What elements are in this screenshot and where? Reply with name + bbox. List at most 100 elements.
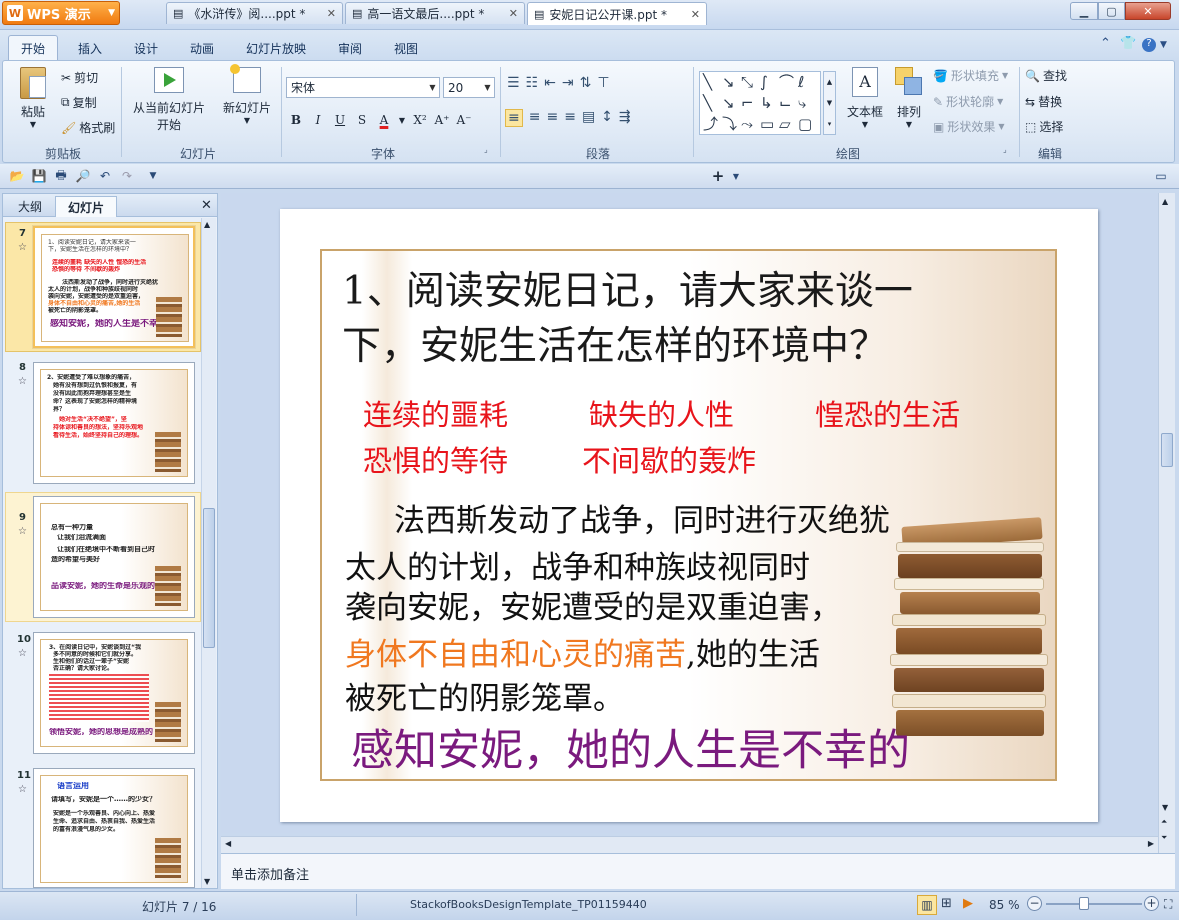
tab-design[interactable]: 设计 xyxy=(122,36,170,60)
zoom-in-icon[interactable]: + xyxy=(1144,896,1159,911)
slides-pane-scrollbar[interactable]: ▲ ▼ xyxy=(201,218,216,888)
arrow-icon[interactable]: ↘ xyxy=(722,93,741,114)
replace-button[interactable]: ⇆ 替换 xyxy=(1025,93,1062,110)
dialog-launcher-icon[interactable]: ⌟ xyxy=(484,145,488,154)
tab-slides[interactable]: 幻灯片 xyxy=(55,196,117,217)
find-button[interactable]: 🔍 查找 xyxy=(1025,67,1067,84)
tab-list-icon[interactable]: ▼ xyxy=(727,167,745,185)
shape-fill-button[interactable]: 🪣 形状填充 ▼ xyxy=(933,67,1008,84)
scroll-down-icon[interactable]: ▼ xyxy=(204,877,210,886)
doc-tab-anne[interactable]: ▤ 安妮日记公开课.ppt * ✕ xyxy=(527,2,707,25)
increase-indent-icon[interactable]: ⇥ xyxy=(562,75,574,91)
customize-toolbar-icon[interactable]: ▼ xyxy=(144,167,162,185)
up-icon[interactable]: ▲ xyxy=(827,78,832,86)
double-arrow-icon[interactable]: ⤡ xyxy=(741,72,760,93)
elbow-arrow-icon[interactable]: ↳ xyxy=(760,93,779,114)
skin-icon[interactable]: 👕 xyxy=(1120,36,1136,51)
open-icon[interactable]: 📂 xyxy=(8,167,26,185)
rectangle-icon[interactable]: ▭ xyxy=(760,114,779,135)
tab-outline[interactable]: 大纲 xyxy=(7,196,53,217)
zoom-slider-track[interactable] xyxy=(1046,903,1142,905)
maximize-button[interactable]: ▢ xyxy=(1098,2,1125,20)
elbow-connector-icon[interactable]: ⌐ xyxy=(741,93,760,114)
shape-effects-button[interactable]: ▣ 形状效果 ▼ xyxy=(933,118,1005,135)
slide-thumbnail-7[interactable]: 1、阅读安妮日记，请大家来谈一 下，安妮生活在怎样的环境中？ 连续的噩耗 缺失的… xyxy=(33,226,195,348)
expand-icon[interactable]: ▾ xyxy=(828,120,832,128)
doc-tab-shuihu[interactable]: ▤ 《水浒传》阅....ppt * ✕ xyxy=(166,2,343,24)
print-icon[interactable]: 🖶 xyxy=(52,167,70,185)
close-tab-icon[interactable]: ✕ xyxy=(327,7,336,20)
increase-font-icon[interactable]: A⁺ xyxy=(433,111,451,129)
scribble-icon[interactable]: ℓ xyxy=(798,72,817,93)
select-button[interactable]: ⬚ 选择 xyxy=(1025,118,1063,135)
arrow-icon[interactable]: ↘ xyxy=(722,72,741,93)
scroll-right-icon[interactable]: ▶ xyxy=(1148,839,1154,848)
play-from-current-button[interactable]: 从当前幻灯片 开始 xyxy=(131,67,207,143)
curved-connector-icon[interactable]: ⤴ xyxy=(703,114,722,135)
curve-icon[interactable]: ∫ xyxy=(760,72,779,93)
slide-vertical-scrollbar[interactable]: ▲ ▼ ⏶ ⏷ xyxy=(1158,193,1175,853)
previous-slide-icon[interactable]: ⏶ xyxy=(1161,817,1167,827)
fit-window-icon[interactable]: ⛶ xyxy=(1164,897,1172,912)
zoom-out-icon[interactable]: − xyxy=(1027,896,1042,911)
redo-icon[interactable]: ↷ xyxy=(118,167,136,185)
copy-button[interactable]: ⧉ 复制 xyxy=(61,94,97,111)
curved-double-icon[interactable]: ⤳ xyxy=(741,114,760,135)
down-icon[interactable]: ▼ xyxy=(827,99,832,107)
superscript-icon[interactable]: X² xyxy=(411,111,429,129)
slide-horizontal-scrollbar[interactable]: ◀ ▶ xyxy=(221,836,1158,853)
font-color-icon[interactable]: A xyxy=(375,111,393,129)
undo-icon[interactable]: ↶ xyxy=(96,167,114,185)
dialog-launcher-icon[interactable]: ⌟ xyxy=(1003,145,1007,154)
tab-review[interactable]: 审阅 xyxy=(326,36,374,60)
shadow-icon[interactable]: S xyxy=(353,111,371,129)
freeform-icon[interactable]: ⌒ xyxy=(779,72,798,93)
new-slide-button[interactable]: 新幻灯片 ▼ xyxy=(219,64,275,143)
bullets-icon[interactable]: ☰ xyxy=(507,75,520,91)
slide-thumbnail-11[interactable]: 语言运用 请填写，安妮是一个……的少女？ 安妮是一个乐观善良、内心向上、热爱 生… xyxy=(33,768,195,888)
shapes-gallery[interactable]: ╲ ↘ ⤡ ∫ ⌒ ℓ ╲ ↘ ⌐ ↳ ⌙ ⤷ ⤴ ⤵ ⤳ ▭ ▱ ▢ xyxy=(699,71,821,135)
italic-icon[interactable]: I xyxy=(309,111,327,129)
restore-pane-icon[interactable]: ▭ xyxy=(1152,167,1170,185)
parallelogram-icon[interactable]: ▱ xyxy=(779,114,798,135)
scrollbar-thumb[interactable] xyxy=(1161,433,1173,467)
print-preview-icon[interactable]: 🔎 xyxy=(74,167,92,185)
align-center-icon[interactable]: ≡ xyxy=(529,109,541,127)
scroll-left-icon[interactable]: ◀ xyxy=(225,839,231,848)
bold-icon[interactable]: B xyxy=(287,111,305,129)
close-window-button[interactable]: ✕ xyxy=(1125,2,1171,20)
slide-thumbnail-10[interactable]: 3、在阅读日记中，安妮谈到过“我 多不同意的时候和它们就分享。 生和他们的话过一… xyxy=(33,632,195,754)
scroll-up-icon[interactable]: ▲ xyxy=(1162,197,1168,206)
scroll-up-icon[interactable]: ▲ xyxy=(204,220,210,229)
curved-connector-icon[interactable]: ⤷ xyxy=(798,93,817,114)
shape-outline-button[interactable]: ✎ 形状轮廓 ▼ xyxy=(933,93,1003,110)
notes-pane[interactable]: 单击添加备注 xyxy=(221,853,1175,889)
decrease-font-icon[interactable]: A⁻ xyxy=(455,111,473,129)
tab-insert[interactable]: 插入 xyxy=(66,36,114,60)
format-painter-button[interactable]: 🖌 格式刷 xyxy=(61,119,115,136)
decrease-indent-icon[interactable]: ⇤ xyxy=(544,75,556,91)
slide-sorter-icon[interactable]: ⊞ xyxy=(941,896,952,911)
curved-arrow-icon[interactable]: ⤵ xyxy=(722,114,741,135)
slide-thumbnail-9[interactable]: 总有一种力量 让我们泪流满面 让我们在绝境中不断看到自己时 造的希望与美好 品读… xyxy=(33,496,195,618)
slideshow-view-icon[interactable]: ▶ xyxy=(963,896,973,911)
tab-view[interactable]: 视图 xyxy=(382,36,430,60)
line-spacing-icon[interactable]: ↕ xyxy=(601,109,613,127)
columns-icon[interactable]: ⇶ xyxy=(619,109,631,127)
close-tab-icon[interactable]: ✕ xyxy=(691,8,700,21)
underline-icon[interactable]: U xyxy=(331,111,349,129)
minimize-button[interactable]: ▁ xyxy=(1070,2,1098,20)
align-right-icon[interactable]: ≡ xyxy=(546,109,558,127)
tab-animation[interactable]: 动画 xyxy=(178,36,226,60)
tab-home[interactable]: 开始 xyxy=(8,35,58,60)
collapse-ribbon-icon[interactable]: ⌃ xyxy=(1100,36,1111,51)
close-tab-icon[interactable]: ✕ xyxy=(509,7,518,20)
save-icon[interactable]: 💾 xyxy=(30,167,48,185)
new-tab-icon[interactable]: + xyxy=(709,167,727,185)
chevron-down-icon[interactable]: ▼ xyxy=(397,111,407,129)
line-icon[interactable]: ╲ xyxy=(703,72,722,93)
font-name-select[interactable]: 宋体 ▼ xyxy=(286,77,440,98)
doc-tab-gaoyi[interactable]: ▤ 高一语文最后....ppt * ✕ xyxy=(345,2,525,24)
rounded-rect-icon[interactable]: ▢ xyxy=(798,114,817,135)
align-text-icon[interactable]: ⊤ xyxy=(597,75,609,91)
